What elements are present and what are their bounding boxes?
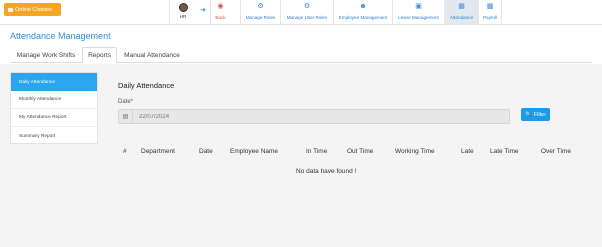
column-header-over-time: Over Time [541,148,571,155]
avatar [178,3,188,12]
online-classes-button[interactable]: Online Classes [4,3,61,16]
payroll-icon: ▩ [486,3,494,10]
column-header-department: Department [141,148,175,155]
column-header-late-time: Late Time [490,148,519,155]
sidebar-item-my-attendance-report[interactable]: My Attendance Report [11,109,97,127]
nav-back[interactable]: ◉ Back [210,0,230,25]
nav-hr[interactable]: HR [169,0,196,25]
column-header-date: Date [199,148,213,155]
nav-manage-user-roles[interactable]: ⚙ Manage User Roles [280,0,333,25]
attendance-icon: ▦ [458,3,465,10]
nav-employee-management[interactable]: ☻ Employee Management [333,0,392,25]
nav-payroll[interactable]: ▩ Payroll [478,0,502,25]
sidebar-item-daily-attendance[interactable]: Daily Attendance [11,73,97,91]
nav-leave-management-label: Leave Management [398,15,439,20]
tab-manual-attendance[interactable]: Manual Attendance [117,47,187,63]
sidebar-item-monthly-attendance[interactable]: Monthly Attendance [11,91,97,109]
back-icon: ◉ [217,3,224,10]
nav-manage-roles[interactable]: ⚙ Manage Roles [240,0,280,25]
leave-icon: ▣ [415,3,422,10]
tab-reports[interactable]: Reports [82,47,117,63]
tab-manage-work-shifts[interactable]: Manage Work Shifts [10,47,82,63]
nav-forward[interactable]: ➜ [196,0,210,25]
date-field[interactable]: ▤ [118,109,510,124]
date-label: Date* [118,99,134,105]
report-title: Daily Attendance [118,81,175,90]
filter-label: Filter [533,111,547,118]
nav-manage-user-roles-label: Manage User Roles [286,15,328,20]
sidebar-item-summary-report[interactable]: Summary Report [11,127,97,145]
nav-employee-management-label: Employee Management [338,15,388,20]
report-sidebar: Daily Attendance Monthly Attendance My A… [10,72,98,144]
search-icon: 🔍 [524,111,532,118]
date-input[interactable] [133,113,333,120]
roles-icon: ⚙ [257,3,264,10]
nav-attendance-label: Attendance [449,15,474,20]
column-header-in-time: In Time [306,148,328,155]
column-header-employee-name: Employee Name [230,148,279,155]
page-title: Attendance Management [10,31,111,41]
filter-button[interactable]: 🔍 Filter [521,108,550,121]
arrow-right-icon: ➜ [200,7,206,14]
top-bar: Online Classes HR ➜ ◉ Back ⚙ Manage Role… [0,0,602,25]
nav-payroll-label: Payroll [482,15,498,20]
content-area: Daily Attendance Monthly Attendance My A… [0,64,602,247]
nav-leave-management[interactable]: ▣ Leave Management [392,0,444,25]
online-classes-label: Online Classes [15,6,52,13]
nav-back-label: Back [215,15,226,20]
report-panel: Daily Attendance Date* ▤ 🔍 Filter # Depa… [108,72,592,247]
classes-icon [8,7,13,12]
user-roles-icon: ⚙ [303,3,311,10]
employees-icon: ☻ [359,3,367,10]
empty-message: No data have found ! [296,168,357,175]
calendar-icon[interactable]: ▤ [119,110,133,123]
nav-hr-label: HR [179,14,187,19]
tab-bar: Manage Work Shifts Reports Manual Attend… [10,47,592,63]
column-header-working-time: Working Time [395,148,435,155]
column-header-out-time: Out Time [347,148,374,155]
nav-manage-roles-label: Manage Roles [245,15,276,20]
nav-attendance[interactable]: ▦ Attendance [444,0,478,25]
column-header-number: # [123,148,127,155]
column-header-late: Late [461,148,474,155]
